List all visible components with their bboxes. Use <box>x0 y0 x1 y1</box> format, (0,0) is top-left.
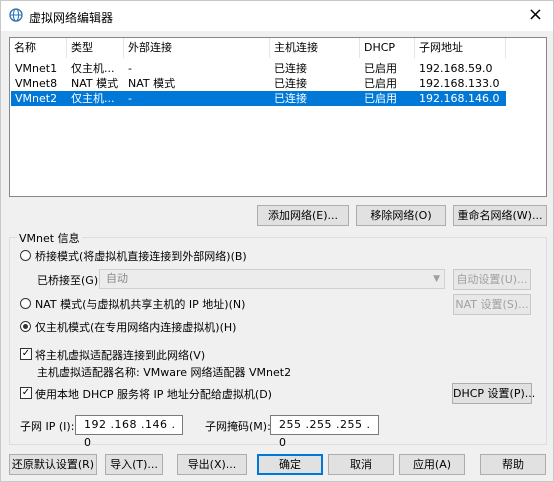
network-globe-icon <box>9 8 23 22</box>
cell-external: NAT 模式 <box>128 77 176 90</box>
column-header-external[interactable]: 外部连接 <box>124 38 270 58</box>
cell-external: - <box>128 62 132 75</box>
column-header-subnet[interactable]: 子网地址 <box>415 38 506 58</box>
table-row-selected[interactable]: VMnet2 仅主机... - 已连接 已启用 192.168.146.0 <box>11 91 506 106</box>
import-button[interactable]: 导入(T)... <box>105 454 163 475</box>
adapter-name-label: 主机虚拟适配器名称: VMware 网络适配器 VMnet2 <box>37 366 292 379</box>
nat-mode-radio[interactable] <box>20 298 31 309</box>
connect-adapter-label: 将主机虚拟适配器连接到此网络(V) <box>35 349 206 362</box>
column-header-type[interactable]: 类型 <box>67 38 124 58</box>
dhcp-settings-button[interactable]: DHCP 设置(P)... <box>452 383 535 404</box>
subnet-mask-label: 子网掩码(M): <box>205 420 271 433</box>
apply-button[interactable]: 应用(A) <box>399 454 465 475</box>
subnet-ip-input[interactable]: 192 .168 .146 . 0 <box>75 415 183 449</box>
window-title: 虚拟网络编辑器 <box>29 11 114 25</box>
title-bar: 虚拟网络编辑器 × <box>1 1 553 31</box>
bridged-to-select[interactable]: 自动 ▼ <box>99 269 445 289</box>
cell-dhcp: 已启用 <box>364 92 397 105</box>
cell-subnet: 192.168.146.0 <box>419 92 500 105</box>
cell-host: 已连接 <box>274 62 307 75</box>
cell-type: 仅主机... <box>71 62 115 75</box>
connect-adapter-checkbox[interactable]: ✓ <box>20 348 32 360</box>
cell-name: VMnet8 <box>15 77 58 90</box>
close-icon[interactable]: × <box>528 5 543 25</box>
cell-dhcp: 已启用 <box>364 77 397 90</box>
subnet-ip-label: 子网 IP (I): <box>20 420 75 433</box>
bridged-to-label: 已桥接至(G): <box>37 274 102 287</box>
remove-network-button[interactable]: 移除网络(O) <box>356 205 446 226</box>
column-header-name[interactable]: 名称 <box>10 38 67 58</box>
cell-name: VMnet1 <box>15 62 58 75</box>
use-dhcp-label: 使用本地 DHCP 服务将 IP 地址分配给虚拟机(D) <box>35 388 272 401</box>
use-dhcp-checkbox[interactable]: ✓ <box>20 387 32 399</box>
ok-button[interactable]: 确定 <box>257 454 323 475</box>
virtual-network-editor-window: 虚拟网络编辑器 × 名称 类型 外部连接 主机连接 DHCP 子网地址 VMne… <box>0 0 554 482</box>
cell-subnet: 192.168.59.0 <box>419 62 493 75</box>
bridged-mode-label: 桥接模式(将虚拟机直接连接到外部网络)(B) <box>35 250 247 263</box>
vmnet-info-label: VMnet 信息 <box>17 230 82 246</box>
help-button[interactable]: 帮助 <box>480 454 546 475</box>
column-header-host[interactable]: 主机连接 <box>270 38 360 58</box>
cancel-button[interactable]: 取消 <box>328 454 394 475</box>
cell-host: 已连接 <box>274 77 307 90</box>
chevron-down-icon: ▼ <box>433 274 440 284</box>
add-network-button[interactable]: 添加网络(E)... <box>257 205 349 226</box>
restore-defaults-button[interactable]: 还原默认设置(R) <box>9 454 97 475</box>
cell-subnet: 192.168.133.0 <box>419 77 500 90</box>
subnet-mask-input[interactable]: 255 .255 .255 . 0 <box>270 415 379 449</box>
cell-external: - <box>128 92 132 105</box>
network-list[interactable]: 名称 类型 外部连接 主机连接 DHCP 子网地址 VMnet1 仅主机... … <box>9 37 547 197</box>
cell-host: 已连接 <box>274 92 307 105</box>
auto-settings-button[interactable]: 自动设置(U)... <box>453 269 531 290</box>
hostonly-mode-radio[interactable] <box>20 321 31 332</box>
table-row[interactable]: VMnet8 NAT 模式 NAT 模式 已连接 已启用 192.168.133… <box>11 76 506 91</box>
rename-network-button[interactable]: 重命名网络(W)... <box>453 205 547 226</box>
export-button[interactable]: 导出(X)... <box>177 454 247 475</box>
cell-type: NAT 模式 <box>71 77 119 90</box>
nat-mode-label: NAT 模式(与虚拟机共享主机的 IP 地址)(N) <box>35 298 246 311</box>
nat-settings-button[interactable]: NAT 设置(S)... <box>453 294 531 315</box>
table-row[interactable]: VMnet1 仅主机... - 已连接 已启用 192.168.59.0 <box>11 61 506 76</box>
cell-type: 仅主机... <box>71 92 115 105</box>
cell-dhcp: 已启用 <box>364 62 397 75</box>
column-header-dhcp[interactable]: DHCP <box>360 38 415 58</box>
cell-name: VMnet2 <box>15 92 58 105</box>
bridged-to-value: 自动 <box>106 272 128 285</box>
bridged-mode-radio[interactable] <box>20 250 31 261</box>
hostonly-mode-label: 仅主机模式(在专用网络内连接虚拟机)(H) <box>35 321 237 334</box>
